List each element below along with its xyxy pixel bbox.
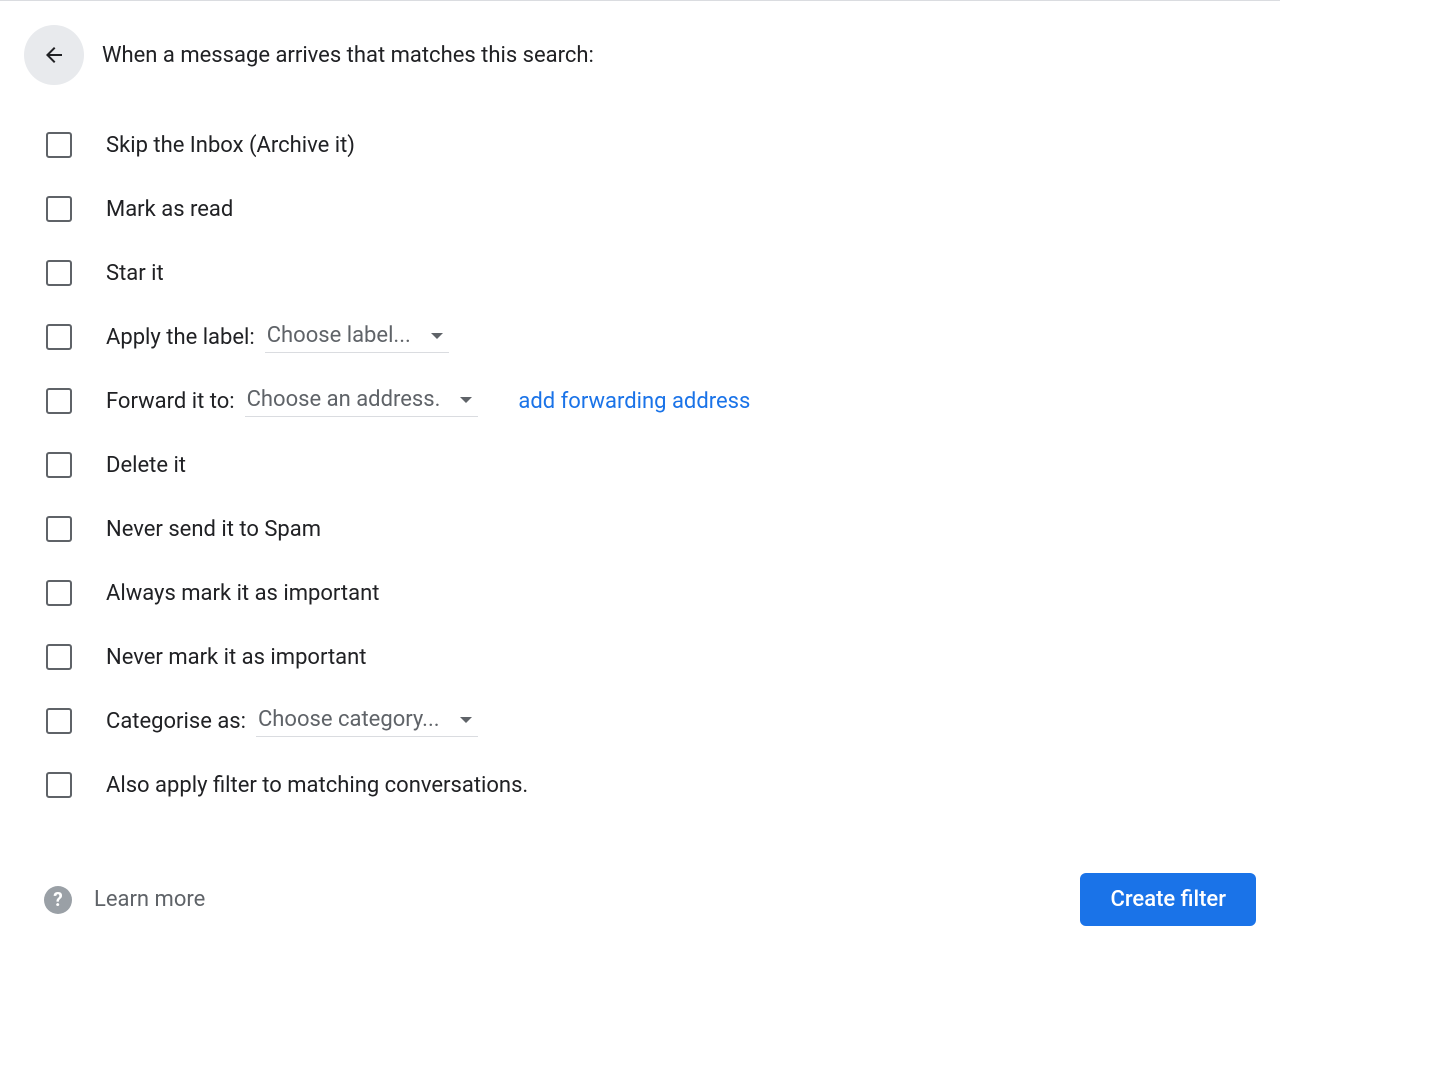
caret-down-icon (460, 717, 472, 723)
label-forward-to: Forward it to: (106, 389, 235, 414)
help-icon[interactable]: ? (44, 886, 72, 914)
dropdown-choose-label-text: Choose label... (267, 323, 411, 348)
link-learn-more[interactable]: Learn more (94, 887, 205, 912)
checkbox-never-important[interactable] (46, 644, 72, 670)
caret-down-icon (460, 397, 472, 403)
option-never-spam: Never send it to Spam (24, 497, 1256, 561)
label-categorise-as: Categorise as: (106, 709, 246, 734)
option-mark-read: Mark as read (24, 177, 1256, 241)
header-title: When a message arrives that matches this… (102, 43, 594, 68)
checkbox-forward-to[interactable] (46, 388, 72, 414)
footer-left: ? Learn more (44, 886, 205, 914)
option-categorise-as: Categorise as: Choose category... (24, 689, 1256, 753)
dropdown-choose-address[interactable]: Choose an address. (245, 385, 479, 417)
checkbox-never-spam[interactable] (46, 516, 72, 542)
checkbox-apply-label[interactable] (46, 324, 72, 350)
label-mark-read: Mark as read (106, 197, 233, 222)
checkbox-star-it[interactable] (46, 260, 72, 286)
label-star-it: Star it (106, 261, 164, 286)
header-row: When a message arrives that matches this… (24, 25, 1256, 85)
checkbox-delete-it[interactable] (46, 452, 72, 478)
label-delete-it: Delete it (106, 453, 186, 478)
option-skip-inbox: Skip the Inbox (Archive it) (24, 113, 1256, 177)
back-button[interactable] (24, 25, 84, 85)
create-filter-button[interactable]: Create filter (1080, 873, 1256, 926)
arrow-left-icon (42, 43, 66, 67)
dropdown-choose-address-text: Choose an address. (247, 387, 441, 412)
filter-actions-panel: When a message arrives that matches this… (0, 0, 1280, 954)
caret-down-icon (431, 333, 443, 339)
checkbox-categorise-as[interactable] (46, 708, 72, 734)
dropdown-choose-label[interactable]: Choose label... (265, 321, 449, 353)
footer-row: ? Learn more Create filter (24, 873, 1256, 926)
checkbox-always-important[interactable] (46, 580, 72, 606)
option-star-it: Star it (24, 241, 1256, 305)
option-forward-to: Forward it to: Choose an address. add fo… (24, 369, 1256, 433)
label-apply-label: Apply the label: (106, 325, 255, 350)
checkbox-mark-read[interactable] (46, 196, 72, 222)
option-also-apply: Also apply filter to matching conversati… (24, 753, 1256, 817)
checkbox-also-apply[interactable] (46, 772, 72, 798)
label-skip-inbox: Skip the Inbox (Archive it) (106, 133, 355, 158)
label-also-apply: Also apply filter to matching conversati… (106, 773, 528, 798)
checkbox-skip-inbox[interactable] (46, 132, 72, 158)
option-always-important: Always mark it as important (24, 561, 1256, 625)
label-never-important: Never mark it as important (106, 645, 366, 670)
dropdown-choose-category-text: Choose category... (258, 707, 440, 732)
dropdown-choose-category[interactable]: Choose category... (256, 705, 478, 737)
option-delete-it: Delete it (24, 433, 1256, 497)
link-add-forwarding-address[interactable]: add forwarding address (518, 389, 750, 414)
label-never-spam: Never send it to Spam (106, 517, 321, 542)
label-always-important: Always mark it as important (106, 581, 379, 606)
option-never-important: Never mark it as important (24, 625, 1256, 689)
option-apply-label: Apply the label: Choose label... (24, 305, 1256, 369)
